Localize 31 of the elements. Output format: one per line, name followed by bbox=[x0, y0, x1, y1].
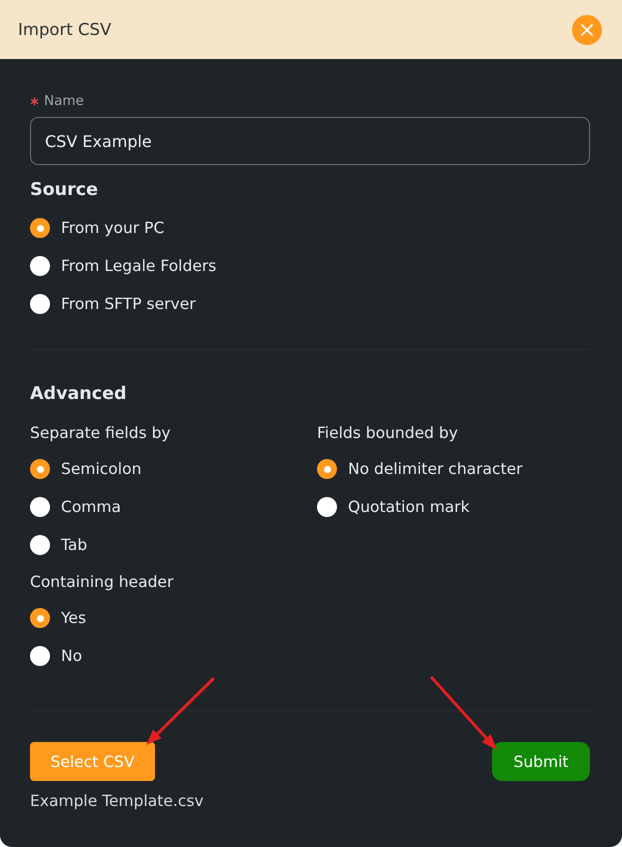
radio-option[interactable]: From SFTP server bbox=[30, 285, 196, 323]
section-heading: Advanced bbox=[30, 383, 127, 406]
radio-button[interactable] bbox=[317, 459, 337, 479]
section-heading: Source bbox=[30, 179, 98, 202]
radio-button[interactable] bbox=[30, 256, 50, 276]
field-label: Name bbox=[44, 93, 84, 109]
radio-button[interactable] bbox=[30, 497, 50, 517]
submit-button[interactable]: Submit bbox=[492, 742, 590, 781]
radio-button[interactable] bbox=[317, 497, 337, 517]
radio-option[interactable]: Semicolon bbox=[30, 450, 142, 488]
group-label: Fields bounded by bbox=[317, 423, 458, 444]
group-label: Separate fields by bbox=[30, 423, 171, 444]
radio-button[interactable] bbox=[30, 646, 50, 666]
radio-option[interactable]: Quotation mark bbox=[317, 488, 470, 526]
radio-option[interactable]: Yes bbox=[30, 599, 86, 637]
radio-option[interactable]: No delimiter character bbox=[317, 450, 523, 488]
radio-button[interactable] bbox=[30, 535, 50, 555]
radio-button[interactable] bbox=[30, 218, 50, 238]
radio-option[interactable]: Tab bbox=[30, 526, 88, 564]
file-name: Example Template.csv bbox=[30, 791, 204, 812]
radio-option[interactable]: From your PC bbox=[30, 209, 164, 247]
radio-option[interactable]: No bbox=[30, 637, 82, 675]
radio-option[interactable]: Comma bbox=[30, 488, 122, 526]
dialog-title: Import CSV bbox=[18, 20, 112, 39]
name-input[interactable]: CSV Example bbox=[30, 117, 590, 165]
radio-button[interactable] bbox=[30, 459, 50, 479]
radio-option[interactable]: From Legale Folders bbox=[30, 247, 216, 285]
close-icon bbox=[581, 24, 593, 36]
radio-button[interactable] bbox=[30, 608, 50, 628]
radio-button[interactable] bbox=[30, 294, 50, 314]
group-label: Containing header bbox=[30, 572, 174, 593]
